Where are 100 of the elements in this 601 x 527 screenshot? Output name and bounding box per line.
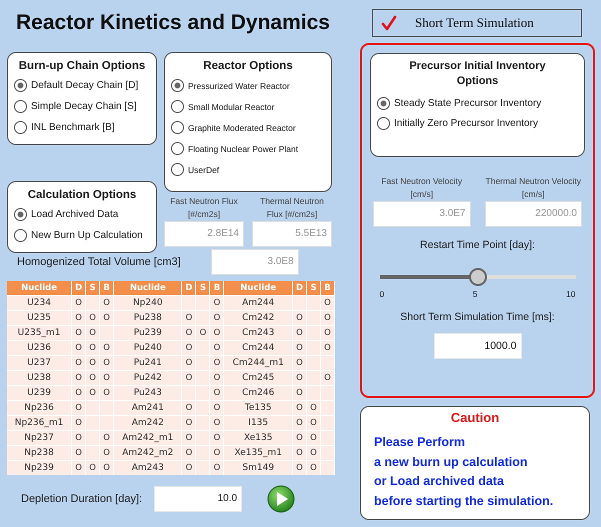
table-cell: Am243 (132, 462, 164, 472)
table-cell: O (296, 358, 303, 368)
table-cell: O (324, 298, 331, 308)
table-cell: Np237 (24, 432, 54, 442)
table-cell: U237 (27, 358, 51, 368)
field-label: Thermal Neutron Velocity [cm/s] (484, 175, 582, 201)
table-cell: Np238 (24, 448, 54, 458)
table-cell: O (186, 432, 192, 442)
table-cell: O (186, 418, 192, 428)
table-cell: I135 (248, 418, 268, 428)
radio-option[interactable]: Small Modular Reactor (171, 96, 274, 117)
column-header: Nuclide (7, 281, 72, 296)
table-cell: O (296, 418, 303, 428)
table-cell: Cm244 (242, 342, 274, 352)
table-cell: O (75, 462, 82, 472)
radio-option[interactable]: Floating Nuclear Power Plant (171, 138, 298, 159)
field-label: Thermal Neutron Flux [#/cm2s] (259, 195, 325, 221)
group-title: Burn-up Chain Options (18, 60, 146, 72)
table-cell: U234 (27, 298, 51, 308)
radio-button[interactable] (171, 142, 184, 155)
table-cell: O (186, 342, 192, 352)
short-term-toggle[interactable]: Short Term Simulation (372, 9, 582, 37)
table-cell: O (214, 298, 220, 308)
table-cell: O (75, 298, 82, 308)
table-cell: O (89, 462, 96, 472)
tick-label: 10 (566, 289, 576, 299)
table-cell: O (214, 448, 220, 458)
table-cell: O (214, 372, 220, 382)
table-cell: O (214, 388, 220, 398)
input-field[interactable]: 10.0 (154, 486, 242, 512)
table-cell: O (296, 328, 303, 338)
table-cell: Am242_m1 (122, 432, 174, 442)
table-cell: O (296, 342, 303, 352)
slider-thumb[interactable] (468, 268, 486, 286)
table-cell: U236 (27, 342, 51, 352)
table-cell: Xe135 (244, 432, 272, 442)
table-cell: Pu241 (134, 358, 162, 368)
table-cell: O (103, 342, 110, 352)
table-cell: Cm244_m1 (232, 358, 284, 368)
table-cell: Pu243 (134, 388, 162, 398)
table-cell: O (75, 312, 82, 322)
table-cell: O (214, 462, 220, 472)
radio-button[interactable] (377, 116, 390, 130)
table-cell: O (214, 418, 220, 428)
table-cell: O (324, 328, 331, 338)
column-header: Nuclide (224, 281, 292, 296)
radio-option[interactable]: Graphite Moderated Reactor (171, 117, 296, 138)
table-cell: Te135 (244, 402, 272, 412)
table-cell: O (296, 462, 303, 472)
table-cell: O (200, 328, 206, 338)
radio-button[interactable] (14, 208, 27, 221)
radio-option[interactable]: Load Archived Data (14, 204, 118, 225)
radio-option[interactable]: Pressurized Water Reactor (171, 75, 290, 96)
radio-button[interactable] (14, 79, 27, 92)
radio-button[interactable] (171, 100, 184, 113)
radio-option[interactable]: Simple Decay Chain [S] (14, 96, 137, 117)
table-cell: O (186, 358, 192, 368)
table-cell: O (75, 328, 82, 338)
radio-button[interactable] (14, 121, 27, 134)
radio-button[interactable] (377, 96, 390, 110)
table-cell: O (214, 312, 220, 322)
table-cell: O (186, 402, 192, 412)
table-cell: O (75, 402, 82, 412)
input-field[interactable]: 1000.0 (434, 333, 522, 359)
radio-option[interactable]: New Burn Up Calculation (14, 225, 143, 246)
group-title: Reactor Options (202, 60, 294, 72)
radio-option[interactable]: INL Benchmark [B] (14, 117, 115, 138)
play-icon[interactable] (267, 485, 296, 513)
field-label: Depletion Duration [day]: (21, 493, 142, 505)
table-cell: O (186, 328, 192, 338)
table-cell: U238 (27, 372, 51, 382)
table-cell: Np236 (24, 402, 54, 412)
radio-button[interactable] (171, 163, 184, 176)
radio-button[interactable] (171, 121, 184, 134)
radio-option[interactable]: Default Decay Chain [D] (14, 75, 138, 96)
tick-label: 0 (380, 289, 384, 299)
table-cell: O (103, 358, 110, 368)
table-cell: Pu239 (134, 328, 162, 338)
table-cell: O (310, 462, 317, 472)
table-cell: O (89, 342, 96, 352)
table-cell: O (103, 312, 110, 322)
radio-option[interactable]: UserDef (171, 159, 220, 180)
radio-option[interactable]: Steady State Precursor Inventory (377, 93, 542, 113)
table-cell: O (103, 372, 110, 382)
table-cell: Cm246 (242, 388, 274, 398)
table-cell: Np236_m1 (14, 418, 64, 428)
table-cell: O (103, 432, 110, 442)
table-cell: O (103, 388, 110, 398)
radio-button[interactable] (14, 229, 27, 242)
table-cell: O (75, 432, 82, 442)
table-cell: Am242 (132, 418, 164, 428)
slider-label: Restart Time Point [day]: (420, 239, 535, 251)
radio-button[interactable] (171, 79, 184, 92)
radio-button[interactable] (14, 100, 27, 113)
tick-label: 5 (472, 289, 478, 299)
radio-option[interactable]: Initially Zero Precursor Inventory (377, 113, 538, 133)
table-cell: O (310, 418, 317, 428)
table-cell: O (103, 462, 110, 472)
table-cell: O (89, 372, 96, 382)
field-label: Short Term Simulation Time [ms]: (400, 311, 555, 323)
